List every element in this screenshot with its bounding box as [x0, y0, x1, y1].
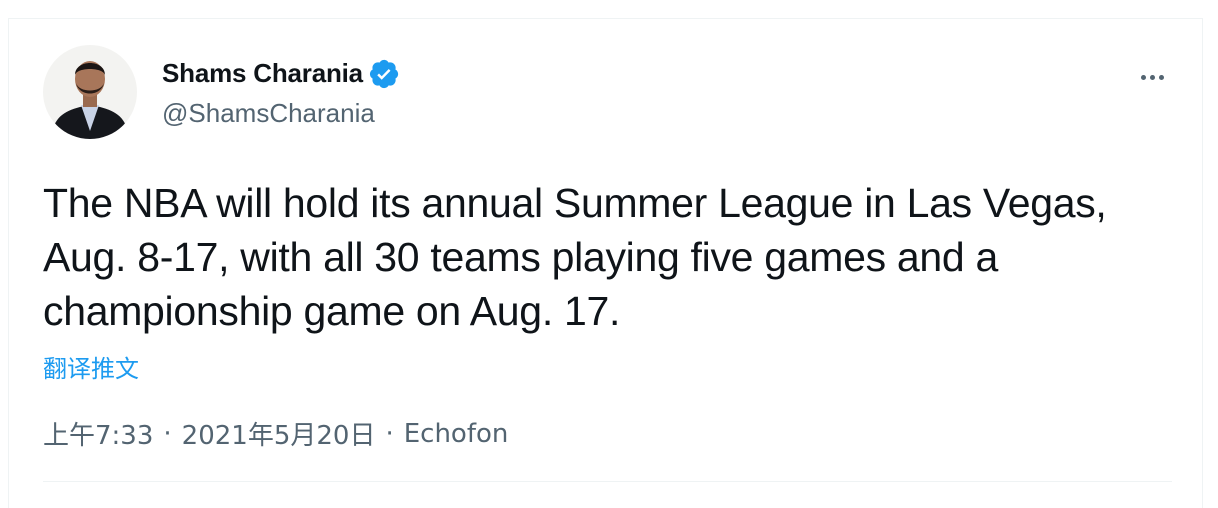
tweet-time[interactable]: 上午7:33: [43, 415, 153, 452]
avatar-image: [43, 45, 137, 139]
tweet-card: Shams Charania @ShamsCharania The NBA wi…: [8, 18, 1203, 508]
display-name[interactable]: Shams Charania: [162, 58, 363, 89]
meta-separator: ·: [385, 418, 394, 449]
avatar[interactable]: [43, 45, 137, 139]
divider: [43, 481, 1172, 482]
tweet-header: Shams Charania @ShamsCharania: [43, 44, 399, 140]
translate-tweet-link[interactable]: 翻译推文: [43, 349, 139, 384]
tweet-text: The NBA will hold its annual Summer Leag…: [43, 180, 1107, 334]
more-dots-icon[interactable]: [1132, 57, 1172, 97]
verified-badge-icon: [369, 59, 399, 89]
name-row: Shams Charania: [162, 56, 399, 92]
tweet-meta: 上午7:33 · 2021年5月20日 · Echofon: [43, 415, 508, 452]
tweet-source[interactable]: Echofon: [404, 419, 509, 449]
tweet-date[interactable]: 2021年5月20日: [182, 415, 376, 452]
author-handle[interactable]: @ShamsCharania: [162, 98, 399, 129]
meta-separator: ·: [163, 418, 172, 449]
author-names: Shams Charania @ShamsCharania: [162, 56, 399, 129]
